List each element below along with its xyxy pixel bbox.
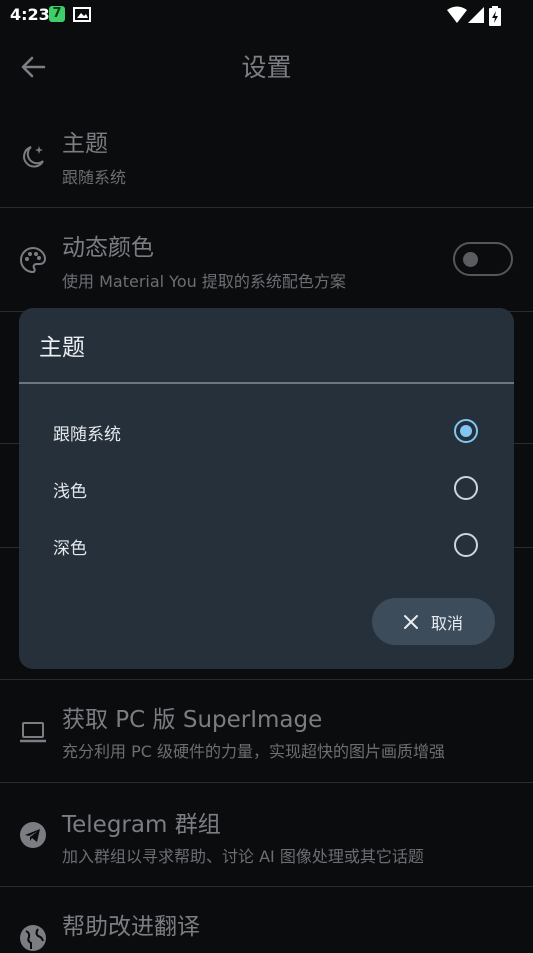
option-follow-system[interactable]: 跟随系统 xyxy=(19,407,514,457)
cancel-label: 取消 xyxy=(431,614,464,633)
option-label: 跟随系统 xyxy=(53,425,121,445)
radio-unselected[interactable] xyxy=(454,533,478,557)
option-light[interactable]: 浅色 xyxy=(19,464,514,514)
option-label: 浅色 xyxy=(53,482,87,502)
dialog-title: 主题 xyxy=(39,335,85,361)
close-icon xyxy=(404,615,418,629)
theme-dialog: 主题 跟随系统 浅色 深色 取消 xyxy=(19,308,514,669)
radio-selected[interactable] xyxy=(454,419,478,443)
radio-unselected[interactable] xyxy=(454,476,478,500)
cancel-button[interactable]: 取消 xyxy=(372,598,495,645)
option-dark[interactable]: 深色 xyxy=(19,521,514,571)
dialog-divider xyxy=(19,382,514,384)
option-label: 深色 xyxy=(53,539,87,559)
